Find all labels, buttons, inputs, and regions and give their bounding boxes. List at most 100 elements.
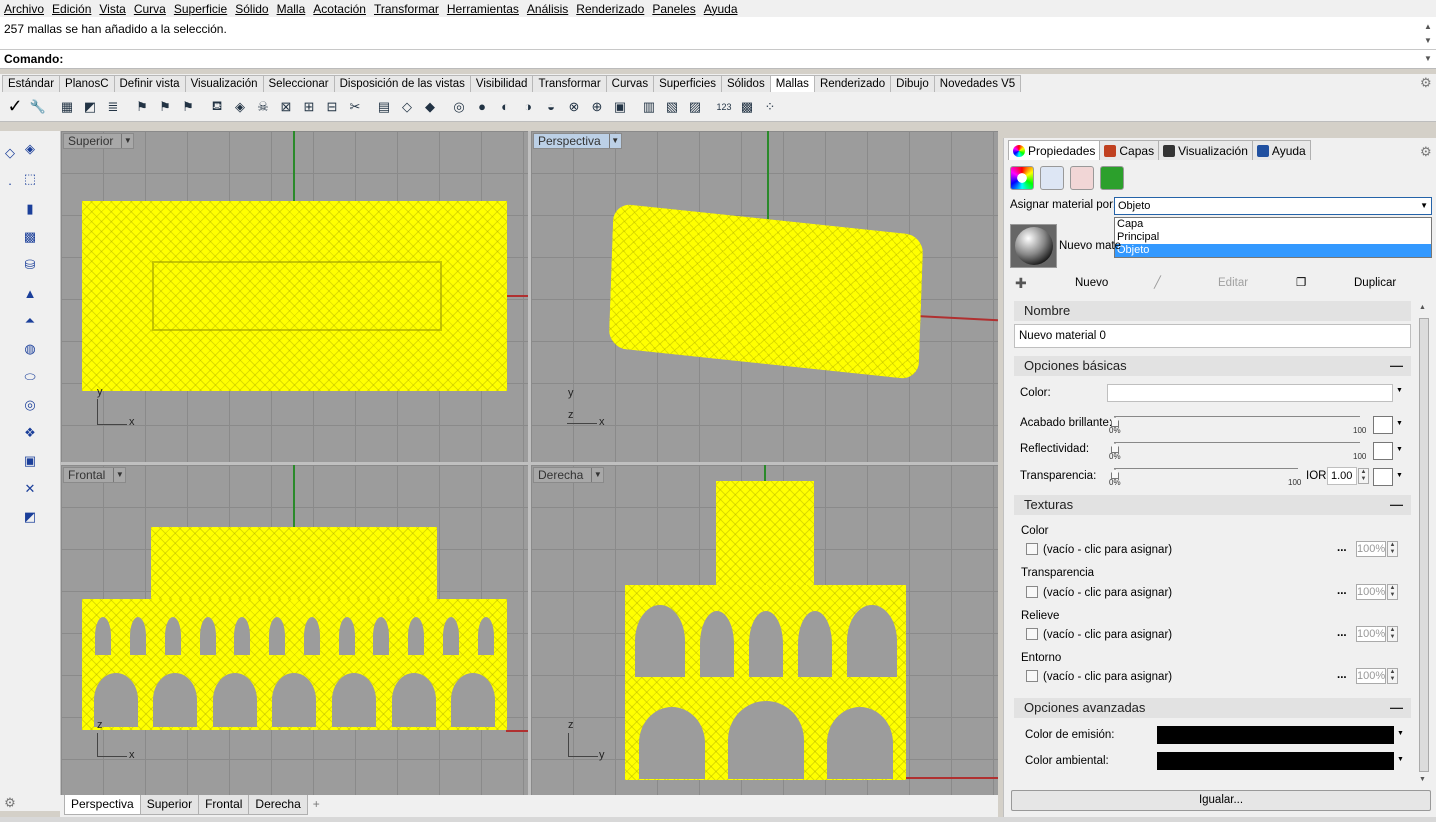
mesh-sphere-icon[interactable]: ● [471,96,493,118]
mesh-unweld-icon[interactable]: ⊕ [586,96,608,118]
texture-icon[interactable] [1070,166,1094,190]
ambient-color[interactable] [1157,752,1394,770]
reflectivity-slider[interactable] [1114,442,1360,443]
match-button[interactable]: Igualar... [1011,790,1431,811]
mesh-object-perspective[interactable] [608,202,924,381]
texture-relieve-spinner[interactable]: ▲ ▼ [1387,626,1398,642]
plus-icon[interactable]: ✚ [1015,275,1027,292]
menu-acotacion[interactable]: Acotación [309,2,370,16]
mesh-torus-icon[interactable]: ◎ [448,96,470,118]
texture-relieve-browse[interactable]: ... [1337,627,1347,639]
viewport-derecha[interactable]: z y Derecha ▼ [531,465,998,795]
option-objeto[interactable]: Objeto [1115,244,1431,257]
texture-entorno-checkbox[interactable] [1026,670,1038,682]
texture-transparency-browse[interactable]: ... [1337,585,1347,597]
menu-edicion[interactable]: Edición [48,2,95,16]
menu-archivo[interactable]: Archivo [0,2,48,16]
tab-curvas[interactable]: Curvas [605,75,655,92]
mesh-faces-icon[interactable]: ◆ [419,96,441,118]
texture-entorno-slot[interactable]: (vacío - clic para asignar) [1043,671,1172,683]
point-icon[interactable]: · [0,173,20,193]
texture-entorno-browse[interactable]: ... [1337,669,1347,681]
vptab-derecha[interactable]: Derecha [248,795,308,815]
mesh-person3-icon[interactable]: ⚑ [177,96,199,118]
surface-icon[interactable]: ◈ [20,139,40,159]
mesh-quad-icon[interactable]: ▨ [684,96,706,118]
chevron-down-icon[interactable]: ▼ [1396,420,1403,427]
chevron-down-icon[interactable]: ▼ [1397,756,1404,763]
mesh-object-top[interactable] [82,201,507,391]
emission-color[interactable] [1157,726,1394,744]
viewport-label-perspectiva[interactable]: Perspectiva ▼ [533,133,622,149]
tab-renderizado[interactable]: Renderizado [813,75,892,92]
texture-relieve-amount[interactable]: 100% [1356,626,1386,642]
menu-renderizado[interactable]: Renderizado [572,2,648,16]
assign-material-select[interactable]: Objeto ▼ [1114,197,1432,215]
object-props-icon[interactable] [1010,166,1034,190]
mesh-upper-block-front[interactable] [151,527,437,599]
chevron-down-icon[interactable]: ▼ [113,468,125,482]
viewport-label-superior[interactable]: Superior ▼ [63,133,135,149]
menu-superficie[interactable]: Superficie [170,2,231,16]
command-line[interactable]: Comando: ▼ [0,50,1436,69]
mesh-tower-right[interactable] [716,481,814,585]
sphere-icon[interactable]: ◍ [20,339,40,359]
box-icon[interactable]: ▩ [20,227,40,247]
mesh-cut-icon[interactable]: ✂ [344,96,366,118]
mesh-points-icon[interactable]: ⁘ [759,96,781,118]
check-icon[interactable]: ✓ [4,96,26,118]
menu-herramientas[interactable]: Herramientas [443,2,523,16]
corner-plane-icon[interactable]: ⬚ [20,169,40,189]
texture-transparency-amount[interactable]: 100% [1356,584,1386,600]
scroll-down-icon[interactable]: ▼ [1422,35,1434,47]
mesh-stack-icon[interactable]: ≣ [102,96,124,118]
ior-spinner[interactable]: ▲ ▼ [1358,468,1369,484]
cone-icon[interactable]: ▲ [20,283,40,303]
mesh-facade-right[interactable] [625,585,906,780]
mesh-edit-icon[interactable]: ◩ [79,96,101,118]
mesh-weld-icon[interactable]: ⊗ [563,96,585,118]
tab-mallas[interactable]: Mallas [769,75,815,92]
tab-transformar[interactable]: Transformar [532,75,607,92]
tab-novedades-v5[interactable]: Novedades V5 [933,75,1022,92]
mesh-frame-icon[interactable]: ▣ [609,96,631,118]
vertical-plane-icon[interactable]: ▮ [20,199,40,219]
tab-ayuda-panel[interactable]: Ayuda [1251,140,1311,160]
tab-disposicion[interactable]: Disposición de las vistas [333,75,471,92]
menu-ayuda[interactable]: Ayuda [700,2,742,16]
material-icon[interactable] [1040,166,1064,190]
tab-solidos[interactable]: Sólidos [720,75,771,92]
tab-visualizacion-panel[interactable]: Visualización [1158,140,1253,160]
tab-visibilidad[interactable]: Visibilidad [469,75,534,92]
wrench-icon[interactable]: 🔧 [27,96,49,118]
mesh-shrink-icon[interactable]: ⊠ [275,96,297,118]
texture-color-slot[interactable]: (vacío - clic para asignar) [1043,544,1172,556]
chevron-down-icon[interactable]: ▼ [608,134,621,148]
tab-definir-vista[interactable]: Definir vista [113,75,186,92]
chevron-down-icon[interactable]: ▼ [121,134,133,148]
vptab-frontal[interactable]: Frontal [198,795,250,815]
skull-icon[interactable]: ☠ [252,96,274,118]
tab-superficies[interactable]: Superficies [653,75,722,92]
chevron-down-icon[interactable]: ▼ [1396,387,1403,394]
menu-analisis[interactable]: Análisis [523,2,572,16]
menu-solido[interactable]: Sólido [231,2,272,16]
add-viewport-icon[interactable]: + [307,795,326,815]
chevron-down-icon[interactable]: ▼ [591,468,603,482]
texture-entorno-spinner[interactable]: ▲ ▼ [1387,668,1398,684]
mesh-grid-icon[interactable]: ▦ [56,96,78,118]
gloss-slider[interactable] [1114,416,1360,417]
option-capa[interactable]: Capa [1115,218,1431,231]
menu-transformar[interactable]: Transformar [370,2,443,16]
mesh-split-icon[interactable]: ⊟ [321,96,343,118]
vptab-superior[interactable]: Superior [139,795,200,815]
mesh-from-nurbs-icon[interactable]: ▣ [20,451,40,471]
bucket-icon[interactable]: ⛾ [206,96,228,118]
tab-seleccionar[interactable]: Seleccionar [262,75,335,92]
texture-relieve-checkbox[interactable] [1026,628,1038,640]
mesh-offset-icon[interactable]: ◒ [540,96,562,118]
tab-estandar[interactable]: Estándar [2,75,61,92]
settings-small-icon[interactable]: ⚙ [0,793,20,813]
mesh-intersect-icon[interactable]: ◑ [517,96,539,118]
mesh-plane-icon[interactable]: ◇ [396,96,418,118]
